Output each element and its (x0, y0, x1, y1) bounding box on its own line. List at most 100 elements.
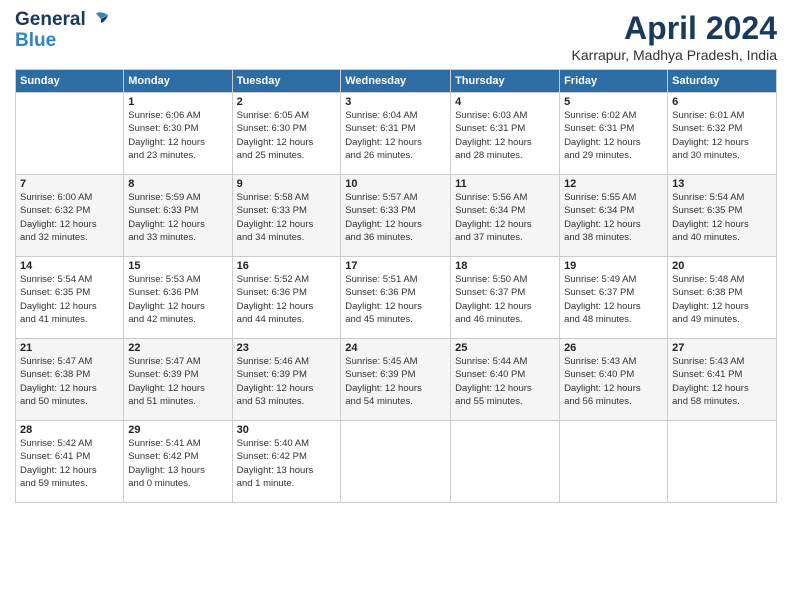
calendar-cell: 28Sunrise: 5:42 AMSunset: 6:41 PMDayligh… (16, 421, 124, 503)
calendar-cell: 22Sunrise: 5:47 AMSunset: 6:39 PMDayligh… (124, 339, 232, 421)
calendar-cell: 20Sunrise: 5:48 AMSunset: 6:38 PMDayligh… (668, 257, 777, 339)
day-number: 3 (345, 96, 446, 108)
day-info: Sunrise: 5:46 AMSunset: 6:39 PMDaylight:… (237, 355, 337, 408)
calendar-cell: 4Sunrise: 6:03 AMSunset: 6:31 PMDaylight… (451, 93, 560, 175)
day-info: Sunrise: 6:01 AMSunset: 6:32 PMDaylight:… (672, 109, 772, 162)
day-number: 14 (20, 260, 119, 272)
day-info: Sunrise: 6:03 AMSunset: 6:31 PMDaylight:… (455, 109, 555, 162)
day-info: Sunrise: 5:52 AMSunset: 6:36 PMDaylight:… (237, 273, 337, 326)
calendar-cell: 1Sunrise: 6:06 AMSunset: 6:30 PMDaylight… (124, 93, 232, 175)
day-number: 22 (128, 342, 227, 354)
calendar-cell: 3Sunrise: 6:04 AMSunset: 6:31 PMDaylight… (341, 93, 451, 175)
day-info: Sunrise: 6:05 AMSunset: 6:30 PMDaylight:… (237, 109, 337, 162)
day-number: 30 (237, 424, 337, 436)
page: General Blue April 2024 Karrapur, Madhya… (0, 0, 792, 612)
calendar-cell: 19Sunrise: 5:49 AMSunset: 6:37 PMDayligh… (560, 257, 668, 339)
calendar-table: SundayMondayTuesdayWednesdayThursdayFrid… (15, 69, 777, 503)
calendar-cell: 9Sunrise: 5:58 AMSunset: 6:33 PMDaylight… (232, 175, 341, 257)
day-info: Sunrise: 5:47 AMSunset: 6:38 PMDaylight:… (20, 355, 119, 408)
day-number: 21 (20, 342, 119, 354)
day-info: Sunrise: 5:40 AMSunset: 6:42 PMDaylight:… (237, 437, 337, 490)
day-number: 26 (564, 342, 663, 354)
day-number: 6 (672, 96, 772, 108)
location: Karrapur, Madhya Pradesh, India (572, 47, 777, 63)
day-number: 27 (672, 342, 772, 354)
calendar-week-3: 14Sunrise: 5:54 AMSunset: 6:35 PMDayligh… (16, 257, 777, 339)
day-number: 12 (564, 178, 663, 190)
calendar-header-monday: Monday (124, 70, 232, 93)
calendar-cell: 8Sunrise: 5:59 AMSunset: 6:33 PMDaylight… (124, 175, 232, 257)
day-info: Sunrise: 5:54 AMSunset: 6:35 PMDaylight:… (672, 191, 772, 244)
day-number: 7 (20, 178, 119, 190)
day-number: 1 (128, 96, 227, 108)
calendar-header-row: SundayMondayTuesdayWednesdayThursdayFrid… (16, 70, 777, 93)
calendar-cell: 10Sunrise: 5:57 AMSunset: 6:33 PMDayligh… (341, 175, 451, 257)
calendar-cell: 14Sunrise: 5:54 AMSunset: 6:35 PMDayligh… (16, 257, 124, 339)
day-info: Sunrise: 5:51 AMSunset: 6:36 PMDaylight:… (345, 273, 446, 326)
calendar-cell: 17Sunrise: 5:51 AMSunset: 6:36 PMDayligh… (341, 257, 451, 339)
calendar-cell (668, 421, 777, 503)
day-info: Sunrise: 5:50 AMSunset: 6:37 PMDaylight:… (455, 273, 555, 326)
calendar-cell (341, 421, 451, 503)
calendar-cell: 18Sunrise: 5:50 AMSunset: 6:37 PMDayligh… (451, 257, 560, 339)
calendar-header-thursday: Thursday (451, 70, 560, 93)
day-info: Sunrise: 5:54 AMSunset: 6:35 PMDaylight:… (20, 273, 119, 326)
day-number: 23 (237, 342, 337, 354)
day-info: Sunrise: 5:57 AMSunset: 6:33 PMDaylight:… (345, 191, 446, 244)
calendar-cell: 13Sunrise: 5:54 AMSunset: 6:35 PMDayligh… (668, 175, 777, 257)
calendar-cell: 26Sunrise: 5:43 AMSunset: 6:40 PMDayligh… (560, 339, 668, 421)
day-number: 19 (564, 260, 663, 272)
month-title: April 2024 (572, 10, 777, 47)
calendar-cell: 23Sunrise: 5:46 AMSunset: 6:39 PMDayligh… (232, 339, 341, 421)
calendar-cell: 16Sunrise: 5:52 AMSunset: 6:36 PMDayligh… (232, 257, 341, 339)
calendar-cell: 24Sunrise: 5:45 AMSunset: 6:39 PMDayligh… (341, 339, 451, 421)
day-number: 15 (128, 260, 227, 272)
day-number: 9 (237, 178, 337, 190)
header: General Blue April 2024 Karrapur, Madhya… (15, 10, 777, 63)
day-number: 8 (128, 178, 227, 190)
day-info: Sunrise: 5:41 AMSunset: 6:42 PMDaylight:… (128, 437, 227, 490)
calendar-cell: 12Sunrise: 5:55 AMSunset: 6:34 PMDayligh… (560, 175, 668, 257)
day-info: Sunrise: 5:43 AMSunset: 6:40 PMDaylight:… (564, 355, 663, 408)
calendar-week-1: 1Sunrise: 6:06 AMSunset: 6:30 PMDaylight… (16, 93, 777, 175)
day-info: Sunrise: 5:45 AMSunset: 6:39 PMDaylight:… (345, 355, 446, 408)
calendar-cell: 25Sunrise: 5:44 AMSunset: 6:40 PMDayligh… (451, 339, 560, 421)
logo: General Blue (15, 10, 110, 52)
calendar-cell: 11Sunrise: 5:56 AMSunset: 6:34 PMDayligh… (451, 175, 560, 257)
calendar-header-friday: Friday (560, 70, 668, 93)
title-section: April 2024 Karrapur, Madhya Pradesh, Ind… (572, 10, 777, 63)
calendar-cell: 7Sunrise: 6:00 AMSunset: 6:32 PMDaylight… (16, 175, 124, 257)
calendar-cell: 2Sunrise: 6:05 AMSunset: 6:30 PMDaylight… (232, 93, 341, 175)
day-info: Sunrise: 5:43 AMSunset: 6:41 PMDaylight:… (672, 355, 772, 408)
day-number: 28 (20, 424, 119, 436)
day-number: 25 (455, 342, 555, 354)
logo-general: General (15, 10, 86, 31)
calendar-header-tuesday: Tuesday (232, 70, 341, 93)
day-number: 20 (672, 260, 772, 272)
calendar-header-saturday: Saturday (668, 70, 777, 93)
day-number: 13 (672, 178, 772, 190)
day-info: Sunrise: 6:00 AMSunset: 6:32 PMDaylight:… (20, 191, 119, 244)
day-number: 10 (345, 178, 446, 190)
day-number: 18 (455, 260, 555, 272)
day-info: Sunrise: 5:42 AMSunset: 6:41 PMDaylight:… (20, 437, 119, 490)
day-number: 4 (455, 96, 555, 108)
calendar-cell: 6Sunrise: 6:01 AMSunset: 6:32 PMDaylight… (668, 93, 777, 175)
logo-blue: Blue (15, 31, 110, 52)
calendar-week-4: 21Sunrise: 5:47 AMSunset: 6:38 PMDayligh… (16, 339, 777, 421)
calendar-cell: 30Sunrise: 5:40 AMSunset: 6:42 PMDayligh… (232, 421, 341, 503)
day-info: Sunrise: 5:56 AMSunset: 6:34 PMDaylight:… (455, 191, 555, 244)
calendar-cell: 21Sunrise: 5:47 AMSunset: 6:38 PMDayligh… (16, 339, 124, 421)
day-info: Sunrise: 6:06 AMSunset: 6:30 PMDaylight:… (128, 109, 227, 162)
calendar-header-sunday: Sunday (16, 70, 124, 93)
day-info: Sunrise: 6:04 AMSunset: 6:31 PMDaylight:… (345, 109, 446, 162)
day-number: 5 (564, 96, 663, 108)
day-info: Sunrise: 5:59 AMSunset: 6:33 PMDaylight:… (128, 191, 227, 244)
calendar-cell (451, 421, 560, 503)
day-number: 17 (345, 260, 446, 272)
day-info: Sunrise: 5:58 AMSunset: 6:33 PMDaylight:… (237, 191, 337, 244)
day-info: Sunrise: 5:49 AMSunset: 6:37 PMDaylight:… (564, 273, 663, 326)
day-number: 16 (237, 260, 337, 272)
calendar-week-5: 28Sunrise: 5:42 AMSunset: 6:41 PMDayligh… (16, 421, 777, 503)
calendar-cell: 27Sunrise: 5:43 AMSunset: 6:41 PMDayligh… (668, 339, 777, 421)
